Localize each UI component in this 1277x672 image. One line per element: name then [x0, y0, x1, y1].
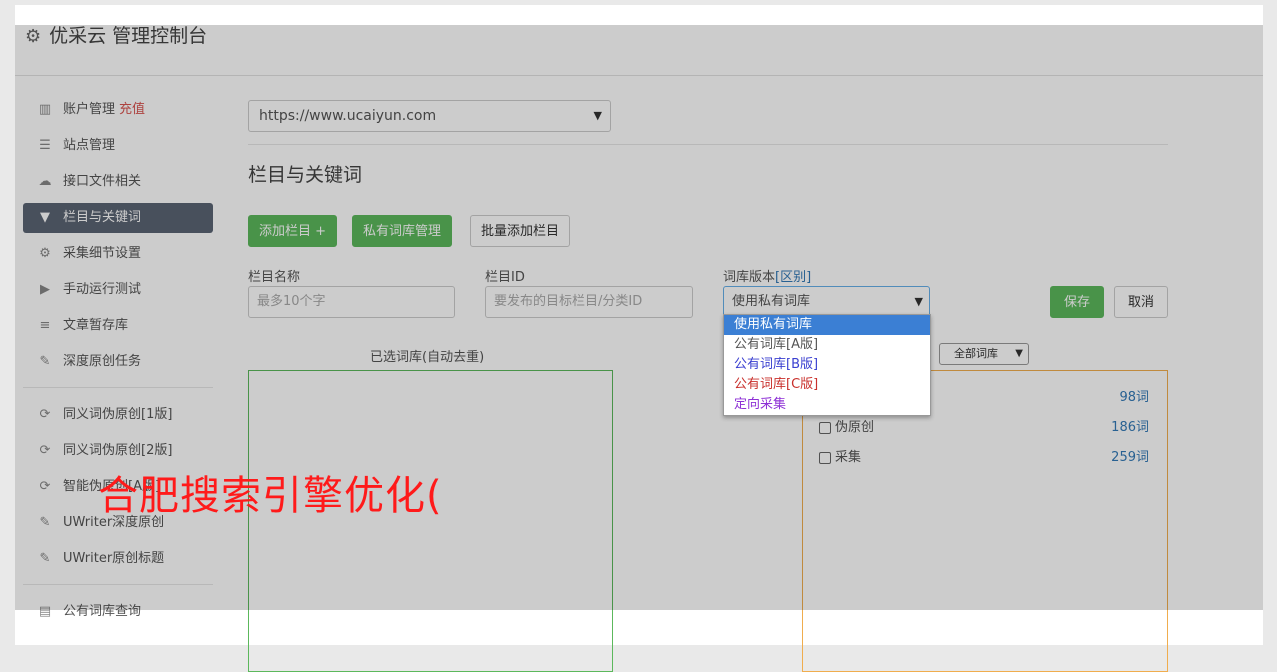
modal-backdrop: [15, 25, 1263, 610]
option-public-b[interactable]: 公有词库[B版]: [724, 355, 930, 375]
option-directed-collect[interactable]: 定向采集: [724, 395, 930, 415]
lib-version-dropdown: 使用私有词库 公有词库[A版] 公有词库[B版] 公有词库[C版] 定向采集: [723, 314, 931, 416]
watermark-text: 合肥搜索引擎优化(: [98, 473, 443, 519]
option-public-a[interactable]: 公有词库[A版]: [724, 335, 930, 355]
option-private-lib[interactable]: 使用私有词库: [724, 315, 930, 335]
option-public-c[interactable]: 公有词库[C版]: [724, 375, 930, 395]
